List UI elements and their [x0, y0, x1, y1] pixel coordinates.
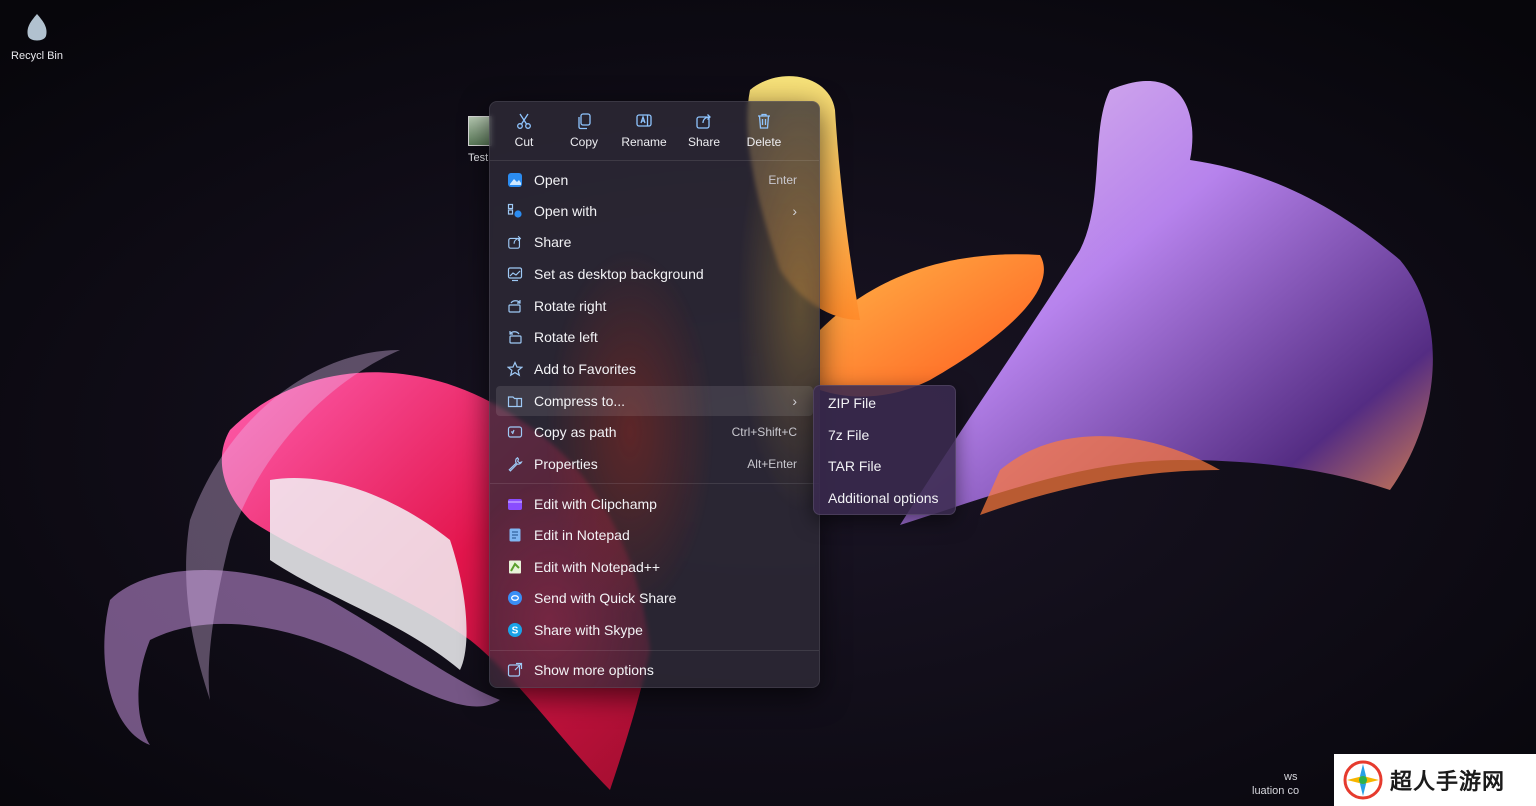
cut-label: Cut	[514, 135, 534, 149]
star-icon	[506, 360, 524, 378]
menu-item-add-to-favorites[interactable]: Add to Favorites	[496, 354, 813, 384]
copy-path-icon	[506, 423, 524, 441]
submenu-item-zip-label: ZIP File	[828, 395, 876, 411]
menu-item-send-with-quick-share-label: Send with Quick Share	[534, 590, 677, 606]
evaluation-line-2: luation co	[1252, 785, 1300, 797]
scissors-icon	[517, 113, 531, 129]
copy-button[interactable]: Copy	[554, 108, 614, 154]
submenu-item-additional-options[interactable]: Additional options	[818, 483, 952, 513]
menu-item-properties-label: Properties	[534, 456, 598, 472]
menu-item-open[interactable]: Open Enter	[496, 165, 813, 195]
copy-as-path-shortcut: Ctrl+Shift+C	[731, 425, 797, 439]
compress-submenu: ZIP File 7z File TAR File Additional opt…	[813, 385, 956, 515]
delete-button[interactable]: Delete	[734, 108, 794, 154]
menu-item-edit-in-notepad-label: Edit in Notepad	[534, 527, 630, 543]
menu-item-edit-with-notepad-plus-plus-label: Edit with Notepad++	[534, 559, 661, 575]
notepad-plus-plus-icon	[506, 558, 524, 576]
trash-icon	[758, 113, 770, 129]
menu-separator	[490, 483, 819, 484]
svg-text:S: S	[512, 626, 519, 637]
open-shortcut: Enter	[768, 173, 797, 187]
clipchamp-icon	[506, 495, 524, 513]
rotate-right-icon	[506, 297, 524, 315]
desktop-background-icon	[506, 265, 524, 283]
recycle-bin-icon	[24, 12, 50, 46]
menu-item-send-with-quick-share[interactable]: Send with Quick Share	[496, 583, 813, 613]
chevron-right-icon: ›	[792, 393, 797, 409]
quick-share-icon	[506, 589, 524, 607]
share-icon	[696, 114, 711, 129]
submenu-item-tar-file[interactable]: TAR File	[818, 451, 952, 481]
site-watermark: 超人手游网	[1334, 754, 1536, 806]
submenu-item-additional-options-label: Additional options	[828, 490, 939, 506]
menu-item-rotate-right[interactable]: Rotate right	[496, 291, 813, 321]
menu-item-edit-with-clipchamp[interactable]: Edit with Clipchamp	[496, 489, 813, 519]
open-with-icon	[506, 202, 524, 220]
wrench-icon	[506, 455, 524, 473]
context-menu-toolbar: Cut Copy Rename Share Delete	[494, 108, 794, 154]
menu-item-rotate-left[interactable]: Rotate left	[496, 322, 813, 352]
menu-item-share[interactable]: Share	[496, 227, 813, 257]
chevron-right-icon: ›	[792, 203, 797, 219]
menu-item-set-desktop-background-label: Set as desktop background	[534, 266, 704, 282]
watermark-logo-icon	[1343, 760, 1383, 800]
menu-item-share-label: Share	[534, 234, 572, 250]
show-more-options-icon	[506, 661, 524, 679]
menu-item-properties[interactable]: Properties Alt+Enter	[496, 449, 813, 479]
photos-app-icon	[506, 171, 524, 189]
context-menu: Cut Copy Rename Share Delete Open Enter …	[489, 101, 820, 688]
properties-shortcut: Alt+Enter	[747, 457, 797, 471]
menu-item-rotate-right-label: Rotate right	[534, 298, 607, 314]
menu-item-edit-with-clipchamp-label: Edit with Clipchamp	[534, 496, 657, 512]
menu-item-open-with[interactable]: Open with ›	[496, 196, 813, 226]
cut-button[interactable]: Cut	[494, 108, 554, 154]
menu-item-add-to-favorites-label: Add to Favorites	[534, 361, 636, 377]
menu-item-share-with-skype[interactable]: S Share with Skype	[496, 615, 813, 645]
menu-item-share-with-skype-label: Share with Skype	[534, 622, 643, 638]
evaluation-copy-text: ws luation co	[1234, 770, 1299, 798]
recycle-bin-desktop-icon[interactable]: Recycl Bin	[4, 8, 70, 62]
rename-button[interactable]: Rename	[614, 108, 674, 154]
skype-icon: S	[506, 621, 524, 639]
menu-item-show-more-options[interactable]: Show more options	[496, 655, 813, 685]
share-label: Share	[687, 135, 721, 149]
menu-item-set-desktop-background[interactable]: Set as desktop background	[496, 259, 813, 289]
rename-icon	[636, 114, 652, 127]
submenu-item-zip-file[interactable]: ZIP File	[818, 388, 952, 418]
share-button[interactable]: Share	[674, 108, 734, 154]
compress-icon	[506, 392, 524, 410]
menu-item-edit-in-notepad[interactable]: Edit in Notepad	[496, 520, 813, 550]
menu-item-rotate-left-label: Rotate left	[534, 329, 598, 345]
copy-icon	[578, 113, 591, 130]
menu-item-show-more-options-label: Show more options	[534, 662, 654, 678]
delete-label: Delete	[746, 135, 782, 149]
share-icon	[506, 233, 524, 251]
rename-label: Rename	[621, 135, 667, 149]
recycle-bin-label: Recycl Bin	[11, 50, 63, 62]
watermark-text: 超人手游网	[1390, 769, 1506, 794]
menu-item-open-with-label: Open with	[534, 203, 598, 219]
menu-item-copy-as-path[interactable]: Copy as path Ctrl+Shift+C	[496, 417, 813, 447]
submenu-item-tar-label: TAR File	[828, 458, 882, 474]
notepad-icon	[506, 526, 524, 544]
submenu-item-7z-file[interactable]: 7z File	[818, 420, 952, 450]
menu-item-compress-to-label: Compress to...	[534, 393, 626, 409]
rotate-left-icon	[506, 328, 524, 346]
submenu-item-7z-label: 7z File	[828, 427, 870, 443]
menu-item-edit-with-notepad-plus-plus[interactable]: Edit with Notepad++	[496, 552, 813, 582]
copy-label: Copy	[569, 135, 598, 149]
menu-item-compress-to[interactable]: Compress to... ›	[496, 386, 813, 416]
toolbar-separator	[490, 160, 819, 161]
menu-item-copy-as-path-label: Copy as path	[534, 424, 617, 440]
evaluation-line-1: ws	[1284, 771, 1298, 783]
menu-item-open-label: Open	[534, 172, 569, 188]
menu-separator	[490, 650, 819, 651]
